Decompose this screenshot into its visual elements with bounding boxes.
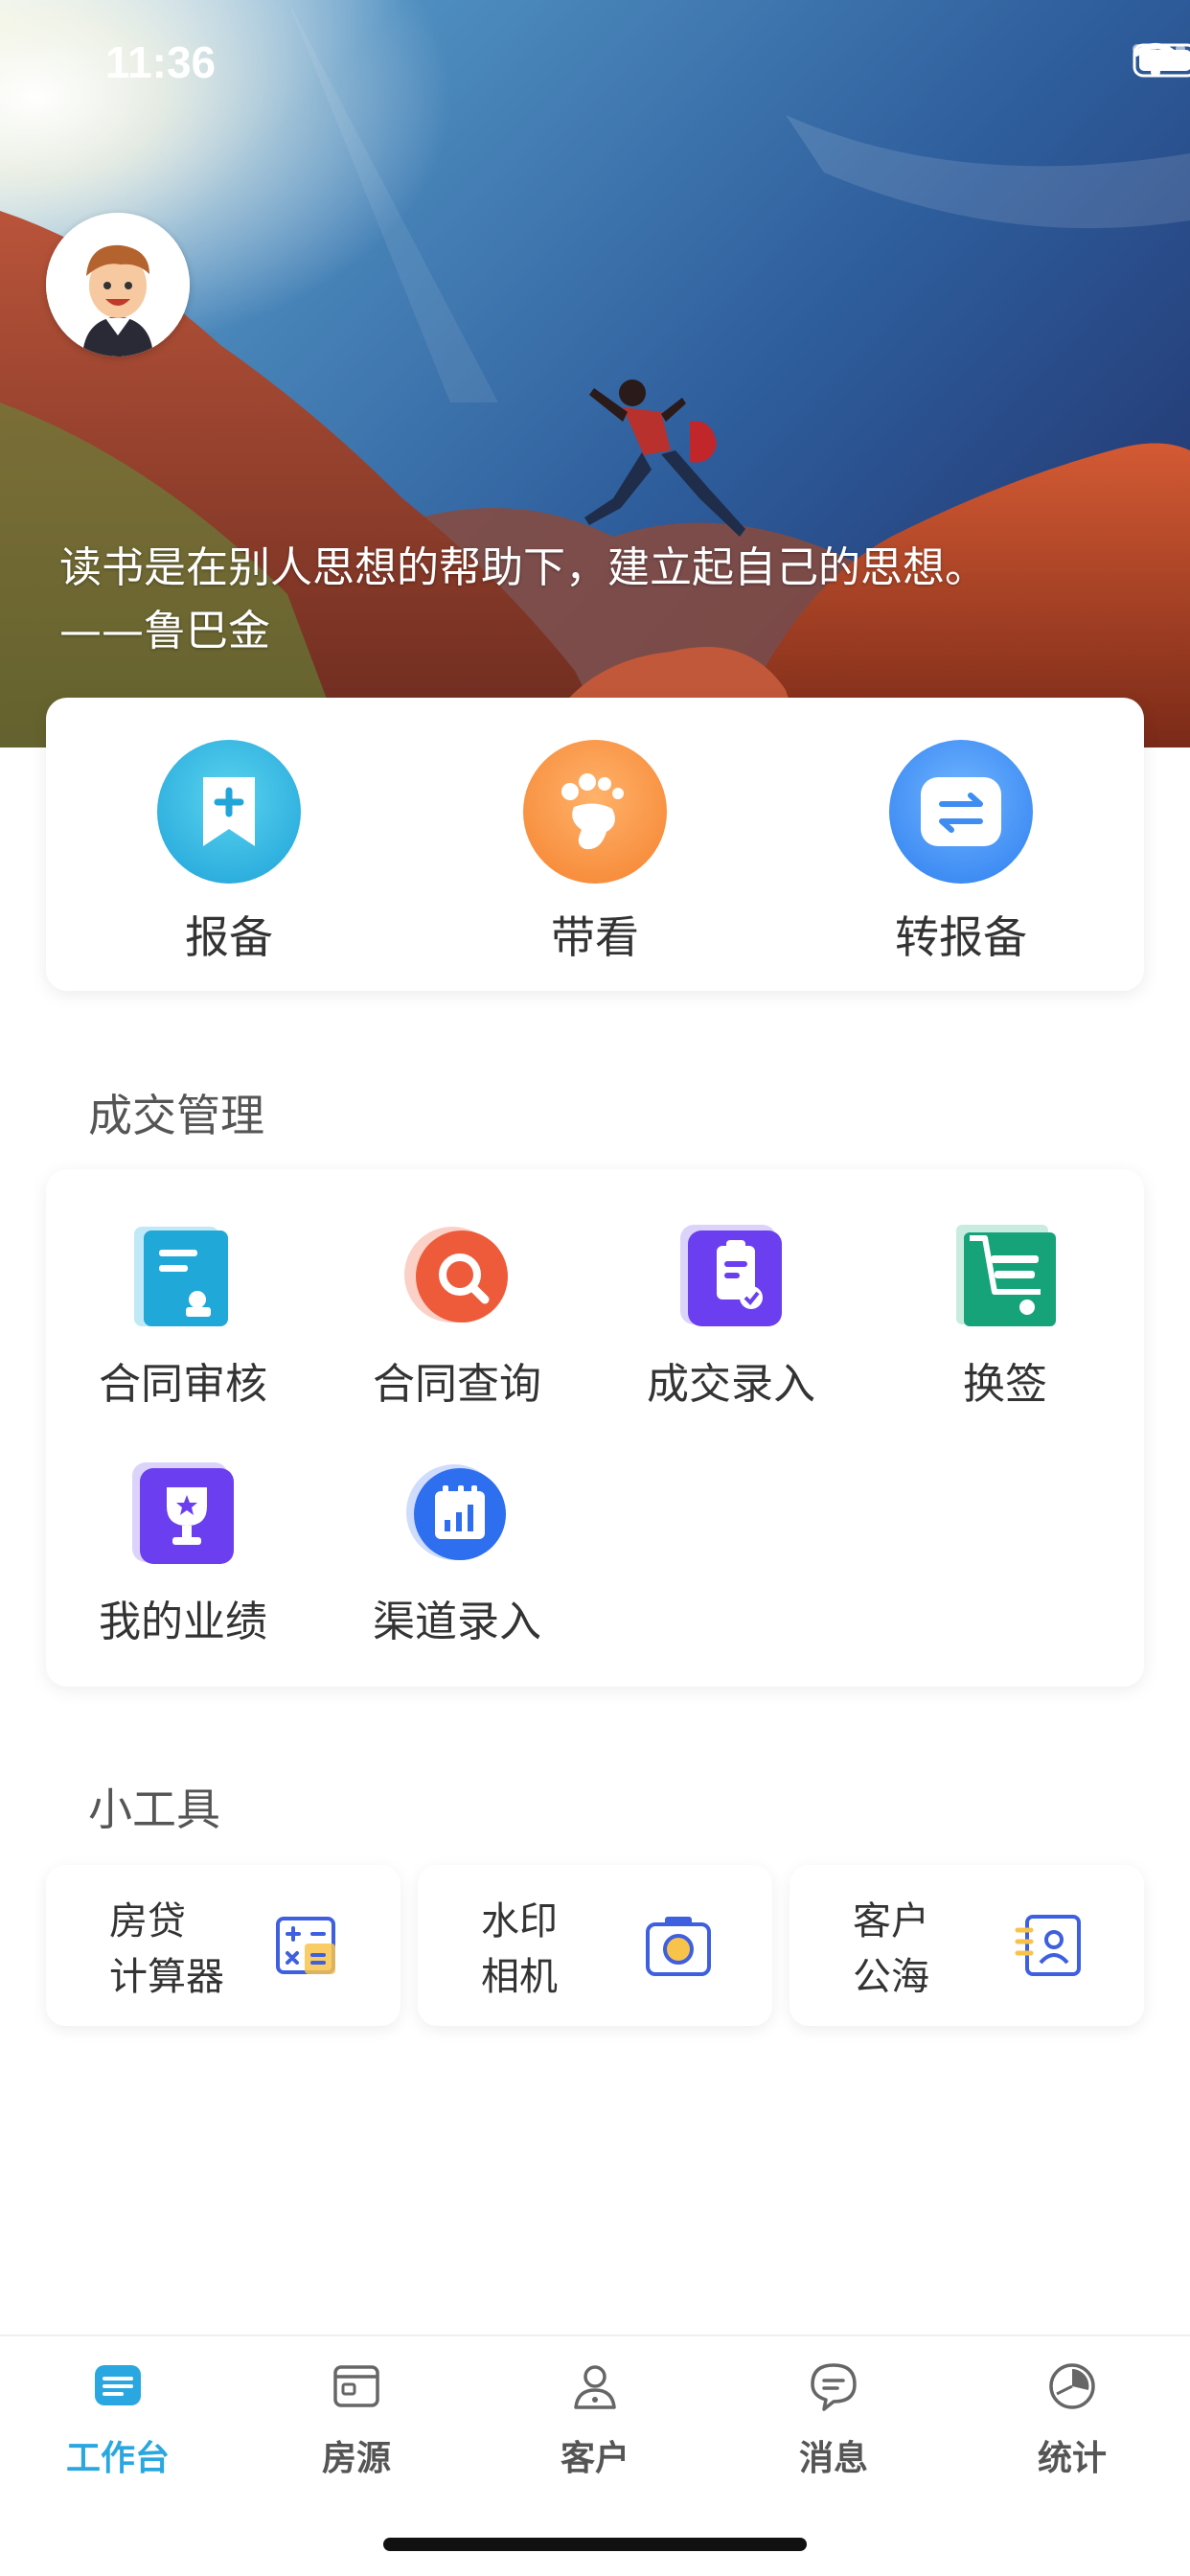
deal-entry-icon <box>680 1225 782 1326</box>
bottom-tab-bar: 工作台 房源 客户 消息 统计 <box>0 2334 1190 2576</box>
tool-label: 房贷 计算器 <box>109 1899 224 1999</box>
tool-customer-pool[interactable]: 客户 公海 <box>790 1865 1144 2026</box>
grid-item-label: 成交录入 <box>647 1360 815 1409</box>
footprint-icon <box>523 740 667 884</box>
deal-section-title: 成交管理 <box>88 1090 264 1141</box>
tab-label: 客户 <box>560 2439 629 2478</box>
tab-messages[interactable]: 消息 <box>738 2356 929 2480</box>
grid-item-contract-search[interactable]: 合同查询 <box>320 1223 594 1411</box>
statistics-icon <box>1049 2363 1095 2409</box>
channel-entry-icon <box>406 1464 506 1560</box>
tab-workbench[interactable]: 工作台 <box>22 2356 214 2480</box>
home-indicator <box>383 2538 807 2551</box>
quick-actions-card: 报备 带看 转报备 <box>46 698 1144 991</box>
tab-listings[interactable]: 房源 <box>261 2356 452 2480</box>
contact-card-icon <box>1015 1915 1081 1976</box>
quick-action-transfer-report[interactable]: 转报备 <box>846 740 1076 991</box>
quote-author: ——鲁巴金 <box>59 607 270 656</box>
quick-action-label: 报备 <box>185 911 273 963</box>
hero-quote: 读书是在别人思想的帮助下，建立起自己的思想。 ——鲁巴金 <box>59 537 987 663</box>
calculator-icon <box>276 1917 335 1974</box>
user-avatar[interactable] <box>46 213 190 356</box>
camera-icon <box>646 1917 711 1976</box>
tools-section-title: 小工具 <box>88 1783 220 1835</box>
workbench-icon <box>95 2365 141 2405</box>
status-time: 11:36 <box>105 37 217 87</box>
grid-item-label: 合同查询 <box>373 1360 541 1409</box>
quick-action-label: 转报备 <box>895 911 1027 963</box>
customer-icon <box>574 2365 616 2409</box>
grid-item-channel-entry[interactable]: 渠道录入 <box>320 1460 594 1648</box>
transfer-icon <box>889 740 1033 884</box>
contract-review-icon <box>134 1227 228 1326</box>
tab-statistics[interactable]: 统计 <box>976 2356 1168 2480</box>
deal-management-card: 合同审核 合同查询 成交录入 换签 我的业绩 渠道录入 <box>46 1169 1144 1687</box>
grid-item-label: 合同审核 <box>99 1360 267 1409</box>
quick-action-viewing[interactable]: 带看 <box>480 740 710 991</box>
battery-icon <box>1133 43 1190 78</box>
contract-search-icon <box>404 1227 508 1322</box>
grid-item-deal-entry[interactable]: 成交录入 <box>594 1223 868 1411</box>
message-icon <box>811 2363 857 2411</box>
grid-item-label: 我的业绩 <box>99 1598 267 1646</box>
bookmark-plus-icon <box>157 740 301 884</box>
house-listing-icon <box>333 2365 379 2407</box>
grid-item-re-sign[interactable]: 换签 <box>868 1223 1142 1411</box>
trophy-icon <box>132 1462 234 1564</box>
grid-item-contract-review[interactable]: 合同审核 <box>46 1223 320 1411</box>
tool-label: 客户 公海 <box>853 1899 929 1999</box>
quick-action-report[interactable]: 报备 <box>114 740 344 991</box>
avatar-cartoon-icon <box>46 213 190 356</box>
tab-label: 工作台 <box>65 2439 170 2478</box>
quick-action-label: 带看 <box>551 911 639 963</box>
grid-item-my-performance[interactable]: 我的业绩 <box>46 1460 320 1648</box>
quote-text: 读书是在别人思想的帮助下，建立起自己的思想。 <box>59 543 987 592</box>
tool-mortgage-calculator[interactable]: 房贷 计算器 <box>46 1865 400 2026</box>
tab-customers[interactable]: 客户 <box>499 2356 691 2480</box>
tab-label: 消息 <box>798 2439 868 2478</box>
grid-item-label: 换签 <box>963 1360 1047 1409</box>
tool-watermark-camera[interactable]: 水印 相机 <box>418 1865 772 2026</box>
grid-item-label: 渠道录入 <box>373 1598 541 1646</box>
tab-label: 房源 <box>321 2439 391 2478</box>
tab-label: 统计 <box>1037 2439 1107 2478</box>
tool-label: 水印 相机 <box>481 1899 558 1999</box>
hero-banner: 11:36 读书是在别人思想的帮助下，建立起自己的思想。 ——鲁巴金 <box>0 0 1190 748</box>
cart-swap-icon <box>956 1225 1056 1326</box>
